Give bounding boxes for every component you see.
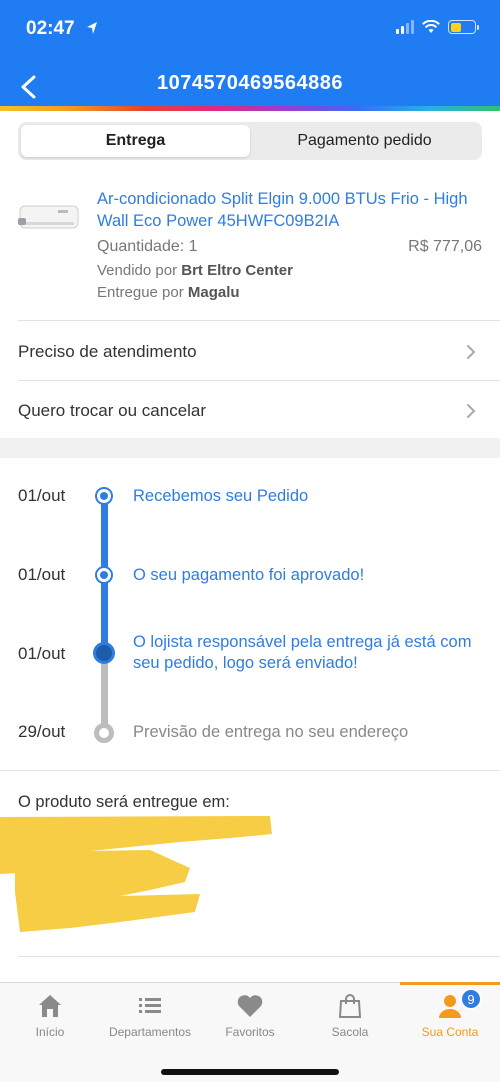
timeline-date: 01/out — [18, 565, 66, 584]
timeline-dot-pending — [94, 723, 114, 743]
tab-inicio[interactable]: Início — [0, 983, 100, 1045]
bag-icon — [338, 994, 362, 1018]
tab-sacola[interactable]: Sacola — [300, 983, 400, 1045]
menu-item-label: Preciso de atendimento — [18, 342, 197, 361]
brand-gradient-bar — [0, 106, 500, 111]
product-image[interactable] — [18, 200, 80, 234]
menu-item-label: Quero trocar ou cancelar — [18, 401, 207, 420]
timeline-text: Previsão de entrega no seu endereço — [133, 723, 409, 741]
tab-entrega[interactable]: Entrega — [21, 125, 250, 157]
delivery-address-label: O produto será entregue em: — [18, 793, 230, 811]
timeline-dot-current — [93, 642, 115, 664]
chevron-right-icon — [467, 404, 476, 418]
menu-item-preciso-de-atendimento[interactable]: Preciso de atendimento — [0, 322, 500, 380]
divider — [18, 320, 500, 321]
heart-icon — [237, 995, 263, 1017]
timeline-dot-done — [97, 489, 111, 503]
product-name-link[interactable]: Ar-condicionado Split Elgin 9.000 BTUs F… — [97, 188, 482, 232]
product-price: R$ 777,06 — [408, 238, 482, 255]
home-indicator — [161, 1069, 339, 1075]
tab-sua-conta[interactable]: 9 Sua Conta — [400, 983, 500, 1045]
tab-favoritos[interactable]: Favoritos — [200, 983, 300, 1045]
timeline-dot-done — [97, 568, 111, 582]
seller-name: Brt Eltro Center — [181, 262, 293, 279]
home-icon — [39, 995, 61, 1017]
timeline-date: 01/out — [18, 486, 66, 505]
timeline-pending-line — [101, 654, 108, 732]
divider — [18, 956, 500, 957]
status-icons — [396, 20, 479, 34]
redacted-address — [0, 816, 272, 932]
timeline-text: O lojista responsável pela entrega já es… — [133, 633, 472, 672]
seller-prefix: Vendido por — [97, 262, 182, 279]
notification-badge: 9 — [460, 988, 482, 1010]
product-delivered-by: Entregue por Magalu — [97, 284, 240, 301]
tab-label: Favoritos — [225, 1025, 275, 1039]
tab-label: Departamentos — [108, 1025, 192, 1039]
wifi-icon — [422, 20, 440, 33]
tab-pagamento-pedido[interactable]: Pagamento pedido — [250, 125, 479, 157]
timeline-text: Recebemos seu Pedido — [133, 487, 309, 505]
tab-label: Sua Conta — [421, 1025, 479, 1039]
tab-label: Sacola — [331, 1025, 369, 1039]
delivered-by-name: Magalu — [187, 284, 240, 301]
timeline-date: 01/out — [18, 644, 66, 663]
menu-item-quero-trocar-ou-cancelar[interactable]: Quero trocar ou cancelar — [0, 381, 500, 439]
battery-icon — [448, 20, 479, 34]
tab-label: Início — [35, 1025, 65, 1039]
timeline-text: O seu pagamento foi aprovado! — [133, 566, 365, 584]
location-arrow-icon — [87, 22, 97, 34]
chevron-right-icon — [467, 345, 476, 359]
bottom-tab-bar: Início Departamentos Favoritos Sacola 9 … — [0, 982, 500, 1082]
timeline-date: 29/out — [18, 722, 66, 741]
status-time: 02:47 — [26, 18, 75, 39]
delivered-prefix: Entregue por — [97, 284, 188, 301]
order-number-title: 1074570469564886 — [157, 72, 343, 94]
product-seller: Vendido por Brt Eltro Center — [97, 262, 293, 279]
tab-departamentos[interactable]: Departamentos — [100, 983, 200, 1045]
product-quantity: Quantidade: 1 — [97, 238, 198, 255]
app-header: 02:47 1074570469564886 — [0, 0, 500, 111]
cellular-signal-icon — [396, 20, 414, 34]
divider — [0, 770, 500, 771]
section-separator — [0, 438, 500, 458]
segmented-control: Entrega Pagamento pedido — [18, 122, 482, 160]
list-icon — [139, 998, 161, 1013]
